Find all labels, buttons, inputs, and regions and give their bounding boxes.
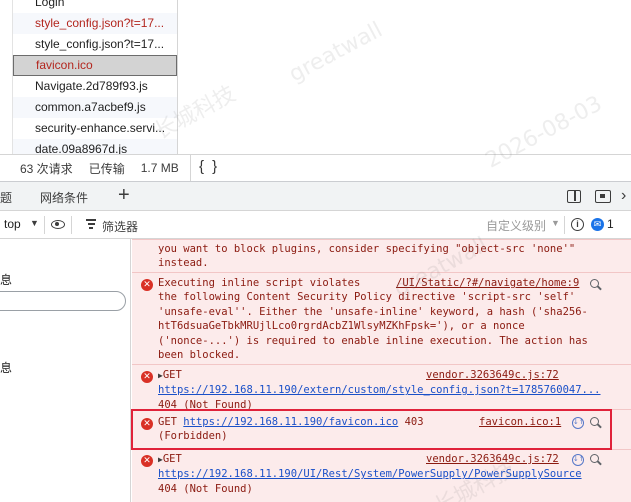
add-tab-button[interactable]: +	[118, 184, 130, 206]
console-message-powersupply-404: ✕ ▶GET https://192.168.11.190/UI/Rest/Sy…	[132, 449, 631, 502]
search-icon[interactable]	[590, 279, 599, 288]
message-line: ▶GET	[158, 368, 631, 383]
request-row-favicon-selected[interactable]: favicon.ico	[13, 55, 177, 76]
request-row-login[interactable]: Login	[13, 0, 177, 13]
request-url-link[interactable]: https://192.168.11.190/favicon.ico	[183, 416, 398, 428]
error-icon: ✕	[141, 279, 153, 291]
console-filter-input[interactable]: 筛选器	[78, 214, 478, 236]
console-message-plugins: you want to block plugins, consider spec…	[132, 239, 631, 272]
message-line: htT6dsuaGeTbkMRUjlLco0rgrdAcbZ1WlsyMZKhF…	[158, 320, 525, 333]
console-toolbar: top ▼ 筛选器 自定义级别 ▼ i ✉ 1	[0, 211, 631, 239]
message-source-link[interactable]: /UI/Static/?#/navigate/home:9	[396, 276, 579, 290]
context-select[interactable]: top	[4, 217, 21, 231]
console-sidebar: 息 息	[0, 239, 131, 502]
error-icon: ✕	[141, 455, 153, 467]
network-request-icon[interactable]: ↓↑	[572, 417, 585, 429]
request-code: 403	[404, 416, 424, 428]
console-message-csp: ✕ Executing inline script violates the f…	[132, 272, 631, 364]
issues-count[interactable]: 1	[607, 217, 614, 231]
search-icon[interactable]	[590, 417, 599, 426]
search-icon[interactable]	[590, 454, 599, 463]
message-line: ('nonce-...') is required to enable inli…	[158, 334, 588, 347]
request-url-link[interactable]: https://192.168.11.190/extern/custom/sty…	[158, 383, 631, 397]
log-levels-select[interactable]: 自定义级别	[486, 217, 546, 234]
request-url-link[interactable]: https://192.168.11.190/UI/Rest/System/Po…	[158, 467, 631, 481]
dock-side-icon[interactable]	[567, 190, 581, 203]
network-status-bar: 63 次请求 已传输 1.7 MB { }	[0, 154, 631, 182]
console-message-style-config-404: ✕ ▶GET https://192.168.11.190/extern/cus…	[132, 364, 631, 411]
error-icon: ✕	[141, 418, 153, 430]
live-expression-eye-icon[interactable]	[51, 220, 65, 229]
request-status: (Forbidden)	[158, 430, 228, 443]
message-line: 'unsafe-eval''. Either the 'unsafe-inlin…	[158, 305, 588, 318]
error-icon: ✕	[141, 371, 153, 383]
toolbar-separator	[44, 216, 45, 234]
status-divider	[190, 155, 191, 182]
message-source-link[interactable]: vendor.3263649c.js:72	[426, 452, 559, 466]
network-left-strip	[0, 0, 12, 154]
transferred-size: 1.7 MB	[140, 161, 179, 175]
screencast-icon[interactable]	[595, 190, 611, 203]
issues-badge-icon[interactable]: ✉	[591, 218, 604, 231]
console-message-favicon-403: ✕ GET https://192.168.11.190/favicon.ico…	[132, 409, 631, 449]
request-count: 63 次请求	[20, 161, 73, 176]
context-dropdown-icon[interactable]: ▼	[30, 218, 39, 228]
tab-network-conditions[interactable]: 网络条件	[40, 189, 88, 206]
toolbar-separator	[71, 216, 72, 234]
toolbar-separator	[564, 216, 565, 234]
network-detail-area	[179, 0, 631, 154]
tab-issues-cut[interactable]: 题	[0, 189, 12, 206]
request-row-navigate-js[interactable]: Navigate.2d789f93.js	[13, 76, 177, 97]
filter-icon	[86, 219, 96, 231]
levels-dropdown-icon[interactable]: ▼	[551, 218, 560, 228]
request-method: GET	[162, 369, 182, 381]
request-method: GET	[162, 453, 182, 465]
chevron-right-icon[interactable]: ›	[621, 187, 626, 205]
transferred-label: 已传输	[88, 161, 125, 176]
request-row-style-config-error[interactable]: style_config.json?t=17...	[13, 13, 177, 34]
message-line: ▶GET	[158, 452, 631, 467]
network-request-list[interactable]: Login style_config.json?t=17... style_co…	[12, 0, 178, 154]
console-messages: you want to block plugins, consider spec…	[132, 239, 631, 502]
pretty-print-icon[interactable]: { }	[199, 158, 219, 175]
network-request-icon[interactable]: ↓↑	[572, 454, 585, 466]
request-row-common-js[interactable]: common.a7acbef9.js	[13, 97, 177, 118]
drawer-tab-bar: 题 网络条件 + ›	[0, 181, 631, 211]
info-icon[interactable]: i	[571, 218, 584, 231]
request-row-security-enhance[interactable]: security-enhance.servi...	[13, 118, 177, 139]
request-row-style-config[interactable]: style_config.json?t=17...	[13, 34, 177, 55]
message-line: instead.	[158, 257, 209, 270]
message-source-link[interactable]: vendor.3263649c.js:72	[426, 368, 559, 382]
filter-placeholder: 筛选器	[102, 220, 139, 234]
message-line: the following Content Security Policy di…	[158, 291, 576, 304]
message-line: you want to block plugins, consider spec…	[158, 243, 576, 255]
sidebar-label-messages: 息	[0, 273, 13, 287]
message-line: been blocked.	[158, 349, 241, 362]
sidebar-item-selected[interactable]	[0, 291, 126, 311]
request-method: GET	[158, 416, 177, 428]
request-status: 404 (Not Found)	[158, 482, 253, 495]
message-source-link[interactable]: favicon.ico:1	[479, 415, 561, 429]
request-row-date-js[interactable]: date.09a8967d.js	[13, 139, 177, 154]
sidebar-label-info: 息	[0, 361, 13, 375]
